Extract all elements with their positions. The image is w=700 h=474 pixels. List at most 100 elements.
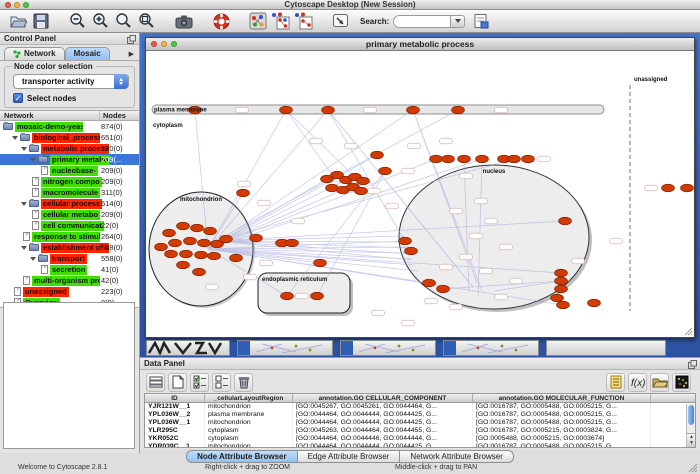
network-node[interactable]: [407, 106, 420, 114]
disclosure-triangle-icon[interactable]: [21, 246, 27, 250]
table-row[interactable]: YLR295Ccytoplasm[GO:0045263, GO:0044464,…: [145, 427, 695, 435]
network-node[interactable]: [476, 155, 489, 163]
table-cell[interactable]: mitochondrion: [205, 419, 293, 427]
disclosure-triangle-icon[interactable]: [21, 147, 27, 151]
copy-view-style-icon[interactable]: [294, 11, 314, 31]
function-builder-icon[interactable]: f(x): [628, 373, 647, 392]
table-cell[interactable]: mitochondrion: [205, 403, 293, 411]
network-node[interactable]: [681, 184, 694, 192]
network-node[interactable]: [357, 177, 370, 185]
table-column-header[interactable]: annotation.GO CELLULAR_COMPONENT: [293, 394, 473, 402]
tree-row-mosaic-demo-yeast[interactable]: mosaic-demo-yeast874(0): [0, 121, 139, 132]
attribute-equation-icon[interactable]: [606, 373, 625, 392]
tab-network[interactable]: Network: [4, 47, 65, 60]
zoom-fit-icon[interactable]: [114, 11, 134, 31]
table-cell[interactable]: YKR052C: [145, 435, 205, 443]
network-node[interactable]: [508, 155, 521, 163]
unselect-attributes-icon[interactable]: [212, 373, 231, 392]
delete-attribute-trash-icon[interactable]: [234, 373, 253, 392]
network-node[interactable]: [204, 227, 217, 235]
tree-row-macromolecule[interactable]: macromolecule311(0): [0, 187, 139, 198]
disclosure-triangle-icon[interactable]: [21, 202, 27, 206]
network-node[interactable]: [184, 237, 197, 245]
table-row[interactable]: YKR052Ccytoplasm[GO:0044464, GO:0044446,…: [145, 435, 695, 443]
tree-column-nodes[interactable]: Nodes: [100, 111, 139, 120]
network-node[interactable]: [281, 292, 294, 300]
table-cell[interactable]: [GO:0016787, GO:0005488, GO:0005215, G..…: [473, 419, 651, 427]
network-view-frame[interactable]: primary metabolic process plasma membran…: [145, 37, 695, 338]
network-node[interactable]: [237, 189, 250, 197]
zoom-out-icon[interactable]: [68, 11, 88, 31]
network-node[interactable]: [169, 239, 182, 247]
network-node[interactable]: [355, 187, 368, 195]
open-session-icon[interactable]: [8, 11, 28, 31]
network-node[interactable]: [280, 106, 293, 114]
float-panel-icon[interactable]: [688, 360, 697, 369]
network-node[interactable]: [522, 155, 535, 163]
network-node[interactable]: [557, 301, 570, 309]
network-node[interactable]: [458, 155, 471, 163]
network-node[interactable]: [399, 237, 412, 245]
network-node[interactable]: [371, 151, 384, 159]
table-row[interactable]: YPL036W__2plasma membrane[GO:0044464, GO…: [145, 411, 695, 419]
frame-resize-grip[interactable]: [684, 327, 693, 336]
network-node[interactable]: [662, 184, 675, 192]
minimized-window-3[interactable]: [443, 340, 539, 356]
tree-row-cell-communicat[interactable]: cell communicat22(0): [0, 220, 139, 231]
save-session-icon[interactable]: [31, 11, 51, 31]
minimized-window-1[interactable]: [237, 340, 333, 356]
table-cell[interactable]: [GO:0005488, GO:0005215, GO:0003674]: [473, 435, 651, 443]
tree-row-response-to-stimulu[interactable]: response to stimulu264(0): [0, 231, 139, 242]
network-node[interactable]: [163, 229, 176, 237]
table-cell[interactable]: [GO:0044464, GO:0044444, GO:0044425, G..…: [293, 443, 473, 448]
network-node[interactable]: [452, 106, 465, 114]
tree-row-nucleobase-[interactable]: nucleobase-209(0): [0, 165, 139, 176]
export-image-camera-icon[interactable]: [174, 11, 194, 31]
table-cell[interactable]: cytoplasm: [205, 435, 293, 443]
network-node[interactable]: [555, 285, 568, 293]
network-node[interactable]: [437, 285, 450, 293]
table-cell[interactable]: plasma membrane: [205, 411, 293, 419]
copy-view-attributes-icon[interactable]: [271, 11, 291, 31]
tree-row-transport[interactable]: transport558(0): [0, 253, 139, 264]
network-node[interactable]: [230, 254, 243, 262]
table-cell[interactable]: mitochondrion: [205, 443, 293, 448]
table-column-header[interactable]: ID: [145, 394, 205, 402]
table-cell[interactable]: YDR039C__1: [145, 443, 205, 448]
tree-row-primary-metabo[interactable]: primary metabo209(...: [0, 154, 139, 165]
table-cell[interactable]: cytoplasm: [205, 427, 293, 435]
zoom-in-icon[interactable]: [91, 11, 111, 31]
network-node[interactable]: [442, 155, 455, 163]
tree-row-cellular-metabo[interactable]: cellular metabo209(0): [0, 209, 139, 220]
network-node[interactable]: [193, 268, 206, 276]
tree-row-unassigned[interactable]: unassigned223(0): [0, 286, 139, 297]
tree-column-network[interactable]: Network: [0, 111, 100, 120]
table-cell[interactable]: [GO:0016787, GO:0005215, GO:0003824, G..…: [473, 427, 651, 435]
table-cell[interactable]: [GO:0044464, GO:0044446, GO:0044444, G..…: [293, 435, 473, 443]
tree-row-secretion[interactable]: secretion41(0): [0, 264, 139, 275]
network-node[interactable]: [191, 224, 204, 232]
table-cell[interactable]: [GO:0016787, GO:0005488, GO:0005215, G..…: [473, 443, 651, 448]
network-node[interactable]: [423, 279, 436, 287]
network-node[interactable]: [555, 277, 568, 285]
table-cell[interactable]: [GO:0044464, GO:0044444, GO:0044425, G..…: [293, 419, 473, 427]
tab-network-attribute-browser[interactable]: Network Attribute Browser: [400, 450, 513, 463]
disclosure-triangle-icon[interactable]: [30, 257, 36, 261]
table-row[interactable]: YDR039C__1mitochondrion[GO:0044464, GO:0…: [145, 443, 695, 448]
window-resize-grip[interactable]: [688, 463, 698, 473]
tree-row-establishment-of-lo[interactable]: establishment of lo558(0): [0, 242, 139, 253]
network-node[interactable]: [220, 235, 233, 243]
network-node[interactable]: [155, 243, 168, 251]
minimized-window-0[interactable]: [146, 340, 230, 356]
scrollbar-thumb[interactable]: [688, 405, 694, 425]
table-row[interactable]: YPL036W__1mitochondrion[GO:0044464, GO:0…: [145, 419, 695, 427]
table-mode-icon[interactable]: [146, 373, 165, 392]
network-node[interactable]: [430, 155, 443, 163]
network-node[interactable]: [555, 269, 568, 277]
tree-row-metabolic-process[interactable]: metabolic process280(0): [0, 143, 139, 154]
table-cell[interactable]: [GO:0016787, GO:0005488, GO:0005215, G..…: [473, 411, 651, 419]
tree-row-multi-organism-pro[interactable]: multi-organism pro42(0): [0, 275, 139, 286]
attribute-browser-icon[interactable]: [471, 11, 491, 31]
network-node[interactable]: [250, 234, 263, 242]
network-node[interactable]: [551, 294, 564, 302]
